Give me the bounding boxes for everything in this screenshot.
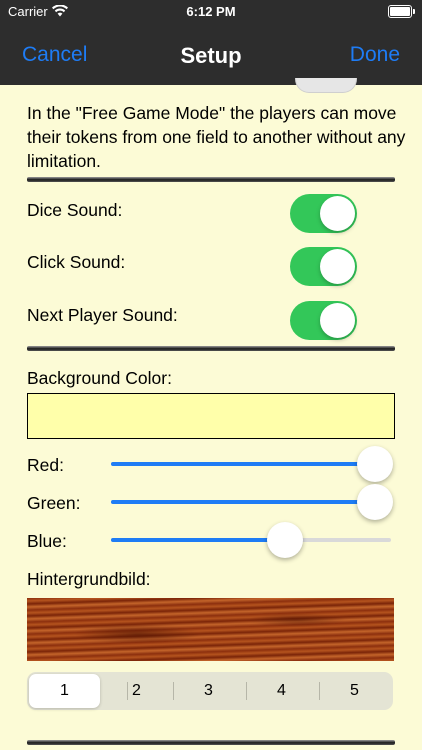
- slider-thumb[interactable]: [357, 446, 393, 482]
- divider: [27, 346, 395, 351]
- next-player-sound-switch[interactable]: [290, 301, 357, 340]
- switch-knob: [320, 196, 355, 231]
- background-image-selector[interactable]: 1 2 3 4 5: [27, 672, 393, 710]
- blue-slider[interactable]: [111, 522, 391, 558]
- free-game-mode-description: In the "Free Game Mode" the players can …: [27, 103, 406, 171]
- slider-fill: [111, 462, 391, 466]
- divider: [27, 177, 395, 182]
- background-color-preview: [27, 393, 395, 439]
- free-game-mode-switch[interactable]: [295, 78, 357, 93]
- done-button[interactable]: Done: [350, 43, 400, 67]
- next-player-sound-label: Next Player Sound:: [27, 305, 178, 325]
- green-label: Green:: [27, 493, 81, 513]
- status-bar: Carrier 6:12 PM: [0, 0, 422, 24]
- switch-knob: [320, 249, 355, 284]
- background-image-preview: [27, 598, 394, 661]
- status-time: 6:12 PM: [186, 4, 236, 19]
- slider-fill: [111, 500, 391, 504]
- red-label: Red:: [27, 455, 64, 475]
- green-slider[interactable]: [111, 484, 393, 520]
- slider-thumb[interactable]: [357, 484, 393, 520]
- segment-3[interactable]: 3: [173, 674, 244, 708]
- segment-4[interactable]: 4: [246, 674, 317, 708]
- blue-label: Blue:: [27, 531, 67, 551]
- divider: [27, 740, 395, 745]
- segment-2[interactable]: 2: [101, 674, 172, 708]
- dice-sound-switch[interactable]: [290, 194, 357, 233]
- background-image-label: Hintergrundbild:: [27, 569, 151, 589]
- click-sound-switch[interactable]: [290, 247, 357, 286]
- navigation-bar: Cancel Setup Done: [0, 24, 422, 85]
- switch-knob: [320, 303, 355, 338]
- click-sound-label: Click Sound:: [27, 252, 126, 272]
- battery-icon: [388, 5, 415, 18]
- dice-sound-label: Dice Sound:: [27, 200, 123, 220]
- segment-5[interactable]: 5: [319, 674, 390, 708]
- segment-1[interactable]: 1: [29, 674, 100, 708]
- background-color-label: Background Color:: [27, 368, 172, 388]
- red-slider[interactable]: [111, 446, 393, 482]
- slider-thumb[interactable]: [267, 522, 304, 558]
